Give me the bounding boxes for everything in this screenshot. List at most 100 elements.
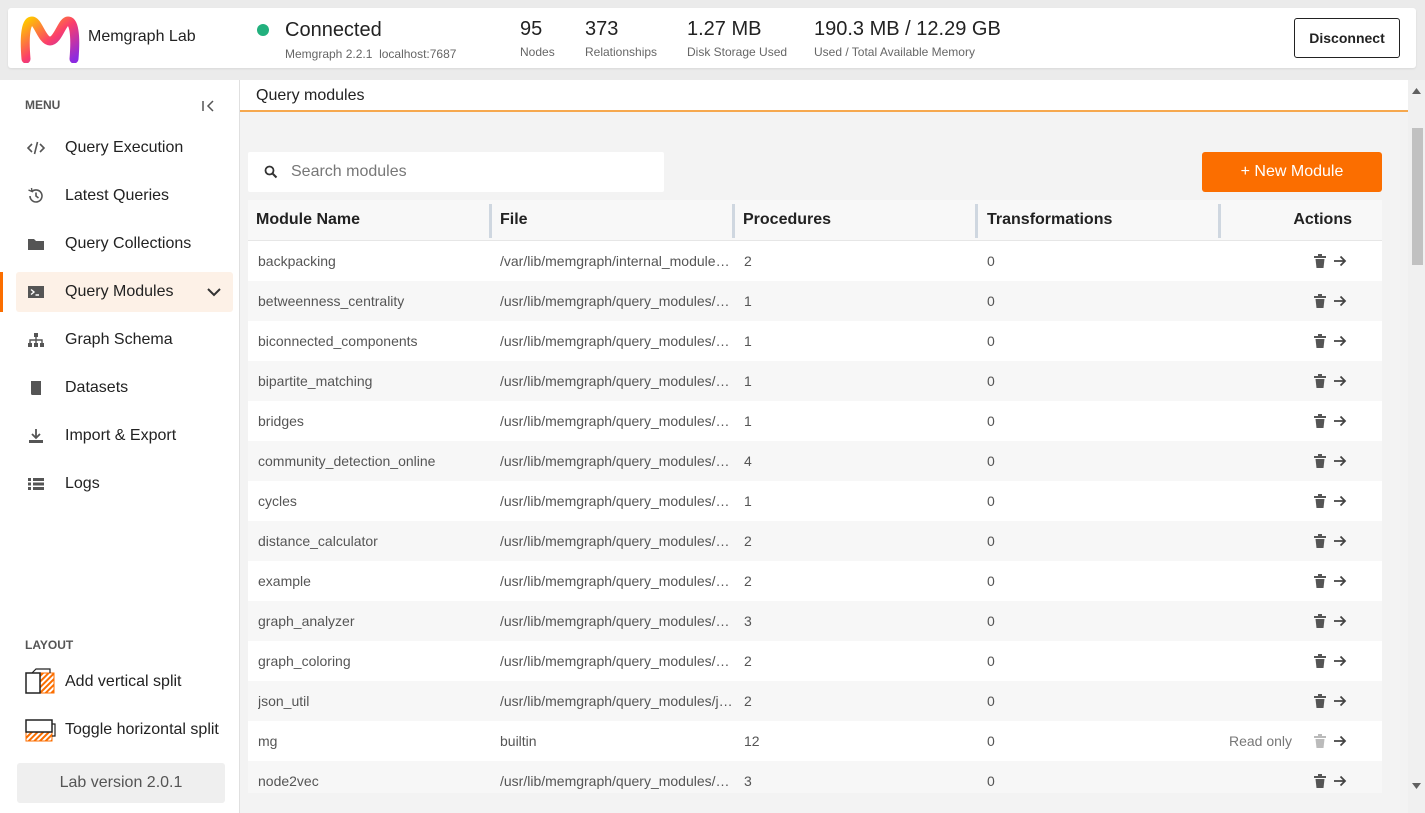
page-title: Query modules [256,87,365,104]
vertical-split-icon [25,668,55,694]
arrow-right-icon[interactable] [1332,373,1348,389]
delete-icon[interactable] [1314,694,1326,708]
delete-icon[interactable] [1314,614,1326,628]
table-row[interactable]: node2vec/usr/lib/memgraph/query_modules/… [248,761,1382,793]
delete-icon[interactable] [1314,534,1326,548]
transformations-cell: 0 [987,613,995,629]
procedures-cell: 3 [744,773,752,789]
history-icon [28,187,43,203]
arrow-right-icon[interactable] [1332,773,1348,789]
search-box [248,152,664,192]
add-vertical-split-button[interactable]: Add vertical split [16,662,233,702]
arrow-right-icon[interactable] [1332,413,1348,429]
sidebar-item-graph-schema[interactable]: Graph Schema [16,320,233,360]
sidebar-item-label: Query Modules [65,283,174,300]
stat-label: Relationships [585,45,658,59]
module-name-cell: cycles [258,493,297,509]
table-row[interactable]: backpacking/var/lib/memgraph/internal_mo… [248,241,1382,281]
delete-icon[interactable] [1314,494,1326,508]
page-title-bar: Query modules [240,80,1408,112]
table-row[interactable]: json_util/usr/lib/memgraph/query_modules… [248,681,1382,721]
procedures-cell: 3 [744,613,752,629]
column-header-transformations[interactable]: Transformations [987,200,1112,241]
modules-table: Module Name File Procedures Transformati… [248,200,1382,793]
column-header-file[interactable]: File [500,200,528,241]
sidebar-item-query-collections[interactable]: Query Collections [16,224,233,264]
arrow-right-icon[interactable] [1332,733,1348,749]
column-resizer[interactable] [489,204,492,238]
search-input[interactable] [291,152,651,192]
arrow-right-icon[interactable] [1332,653,1348,669]
new-module-button[interactable]: + New Module [1202,152,1382,192]
sidebar-item-query-modules[interactable]: Query Modules [16,272,233,312]
folder-icon [28,239,44,250]
vertical-scrollbar[interactable] [1408,80,1425,813]
arrow-right-icon[interactable] [1332,573,1348,589]
procedures-cell: 12 [744,733,760,749]
arrow-right-icon[interactable] [1332,333,1348,349]
procedures-cell: 2 [744,573,752,589]
transformations-cell: 0 [987,533,995,549]
delete-icon[interactable] [1314,374,1326,388]
chevron-down-icon[interactable] [204,282,224,302]
delete-icon[interactable] [1314,334,1326,348]
arrow-right-icon[interactable] [1332,453,1348,469]
delete-icon[interactable] [1314,574,1326,588]
file-cell: /usr/lib/memgraph/query_modules/communit… [500,453,734,469]
module-name-cell: mg [258,733,278,749]
file-cell: /usr/lib/memgraph/query_modules/cycles.s… [500,493,734,509]
column-resizer[interactable] [975,204,978,238]
stat-label: Nodes [520,45,555,59]
arrow-right-icon[interactable] [1332,293,1348,309]
sidebar-item-latest-queries[interactable]: Latest Queries [16,176,233,216]
procedures-cell: 1 [744,293,752,309]
delete-icon[interactable] [1314,294,1326,308]
list-icon [28,478,44,490]
arrow-right-icon[interactable] [1332,253,1348,269]
module-name-cell: bridges [258,413,304,429]
table-row[interactable]: betweenness_centrality/usr/lib/memgraph/… [248,281,1382,321]
table-row[interactable]: bridges/usr/lib/memgraph/query_modules/b… [248,401,1382,441]
arrow-right-icon[interactable] [1332,533,1348,549]
column-header-procedures[interactable]: Procedures [743,200,831,241]
transformations-cell: 0 [987,493,995,509]
sidebar-item-datasets[interactable]: Datasets [16,368,233,408]
arrow-right-icon[interactable] [1332,493,1348,509]
main-panel: Query modules + New Module Module Name F… [240,80,1408,813]
table-row[interactable]: cycles/usr/lib/memgraph/query_modules/cy… [248,481,1382,521]
collapse-sidebar-icon[interactable] [198,96,218,116]
table-row[interactable]: distance_calculator/usr/lib/memgraph/que… [248,521,1382,561]
table-row[interactable]: bipartite_matching/usr/lib/memgraph/quer… [248,361,1382,401]
scrollbar-thumb[interactable] [1412,128,1423,265]
table-row[interactable]: community_detection_online/usr/lib/memgr… [248,441,1382,481]
disconnect-button[interactable]: Disconnect [1294,18,1400,58]
stat-memory: 190.3 MB / 12.29 GB Used / Total Availab… [814,18,1001,59]
delete-icon[interactable] [1314,414,1326,428]
table-header: Module Name File Procedures Transformati… [248,200,1382,241]
module-name-cell: json_util [258,693,310,709]
sidebar-item-query-execution[interactable]: Query Execution [16,128,233,168]
table-row[interactable]: graph_analyzer/usr/lib/memgraph/query_mo… [248,601,1382,641]
arrow-right-icon[interactable] [1332,693,1348,709]
toggle-horizontal-split-button[interactable]: Toggle horizontal split [16,710,233,750]
table-row[interactable]: example/usr/lib/memgraph/query_modules/e… [248,561,1382,601]
sidebar-item-import-export[interactable]: Import & Export [16,416,233,456]
arrow-right-icon[interactable] [1332,613,1348,629]
transformations-cell: 0 [987,373,995,389]
scroll-down-icon[interactable] [1412,783,1421,789]
table-row[interactable]: mg builtin 12 0 Read only [248,721,1382,761]
delete-icon[interactable] [1314,454,1326,468]
delete-icon[interactable] [1314,254,1326,268]
procedures-cell: 1 [744,333,752,349]
sidebar-item-logs[interactable]: Logs [16,464,233,504]
column-resizer[interactable] [732,204,735,238]
module-name-cell: betweenness_centrality [258,293,405,309]
table-row[interactable]: biconnected_components/usr/lib/memgraph/… [248,321,1382,361]
scroll-up-icon[interactable] [1412,88,1421,94]
column-resizer[interactable] [1218,204,1221,238]
table-row[interactable]: graph_coloring/usr/lib/memgraph/query_mo… [248,641,1382,681]
delete-icon[interactable] [1314,774,1326,788]
column-header-module-name[interactable]: Module Name [256,200,360,241]
delete-icon[interactable] [1314,654,1326,668]
file-cell: builtin [500,733,537,749]
